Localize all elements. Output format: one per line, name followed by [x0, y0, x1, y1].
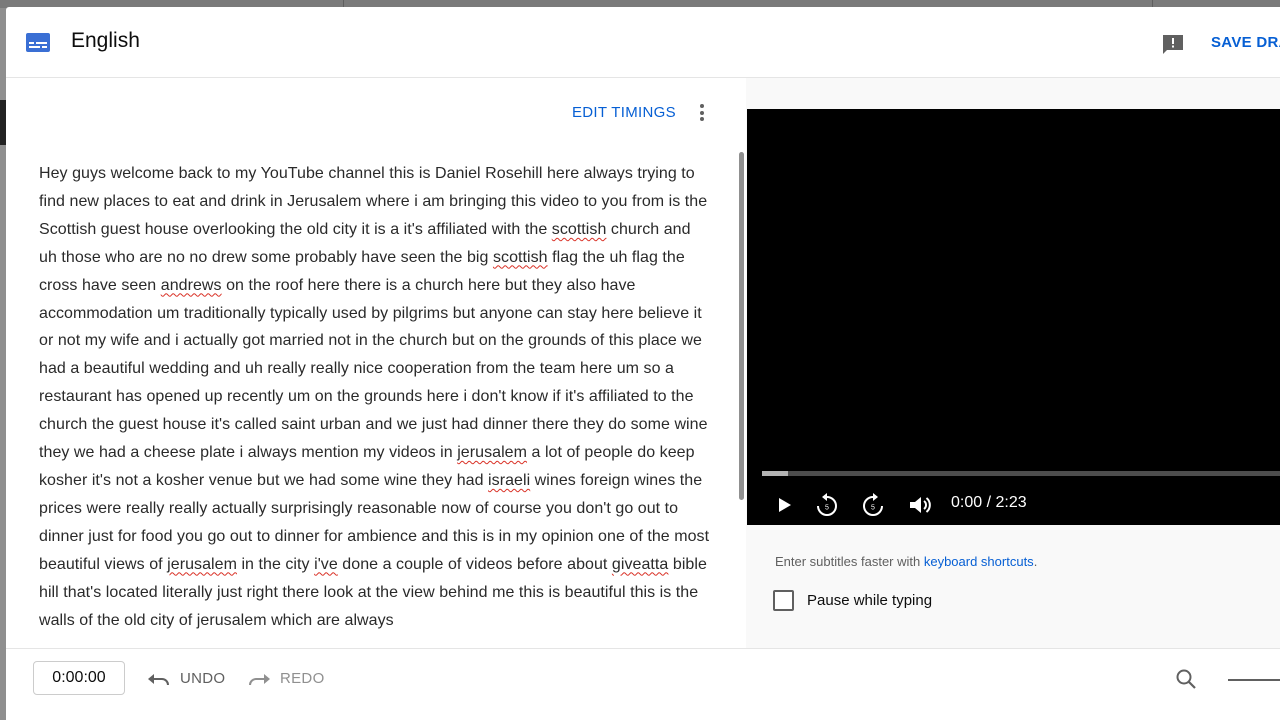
- current-time-field[interactable]: [33, 661, 125, 695]
- transcript-text: on the roof here there is a church here …: [39, 276, 708, 462]
- undo-button[interactable]: UNDO: [147, 670, 225, 687]
- zoom-icon[interactable]: [1175, 668, 1197, 690]
- misspelled-word: scottish: [551, 220, 607, 238]
- time-display: 0:00 / 2:23: [951, 494, 1027, 511]
- pause-while-typing-checkbox[interactable]: [773, 590, 794, 611]
- transcript-text: in the city: [236, 555, 315, 573]
- more-vert-icon[interactable]: [694, 104, 710, 122]
- timeline-toolbar: UNDO REDO: [6, 648, 1280, 720]
- save-draft-button[interactable]: SAVE DRAFT: [1211, 34, 1280, 51]
- transcript-text: done a couple of videos before about: [337, 555, 612, 573]
- play-icon[interactable]: [771, 493, 797, 517]
- undo-label: UNDO: [180, 670, 226, 687]
- undo-icon: [148, 673, 169, 685]
- feedback-icon[interactable]: [1161, 33, 1185, 55]
- transcript-textarea[interactable]: Hey guys welcome back to my YouTube chan…: [39, 160, 711, 634]
- pause-while-typing-label: Pause while typing: [807, 592, 933, 609]
- misspelled-word: israeli: [488, 471, 531, 489]
- misspelled-word: andrews: [160, 276, 222, 294]
- preview-panel: 5 5 0:00 / 2:23 Enter subtitles faster w…: [746, 78, 1280, 648]
- redo-icon: [249, 673, 270, 685]
- progress-fill: [762, 471, 788, 476]
- edit-timings-button[interactable]: EDIT TIMINGS: [572, 104, 676, 121]
- svg-text:5: 5: [825, 505, 829, 512]
- zoom-slider[interactable]: [1228, 679, 1280, 681]
- hint-end: .: [1033, 554, 1038, 569]
- video-player[interactable]: 5 5 0:00 / 2:23: [747, 109, 1280, 525]
- misspelled-word: jerusalem: [457, 444, 527, 462]
- svg-text:5: 5: [871, 505, 875, 512]
- hint-text: Enter subtitles faster with: [775, 554, 924, 569]
- subtitle-editor-dialog: English SAVE DRAFT EDIT TIMINGS Hey guys…: [6, 7, 1280, 720]
- volume-icon[interactable]: [907, 493, 933, 517]
- misspelled-word: jerusalem: [167, 555, 237, 573]
- dialog-title: English: [71, 29, 140, 52]
- misspelled-word: giveatta: [611, 555, 669, 573]
- redo-button[interactable]: REDO: [247, 670, 325, 687]
- forward-5-icon[interactable]: 5: [860, 493, 886, 517]
- redo-label: REDO: [280, 670, 325, 687]
- replay-5-icon[interactable]: 5: [814, 493, 840, 517]
- keyboard-shortcuts-link[interactable]: keyboard shortcuts: [924, 554, 1034, 569]
- dialog-header: English SAVE DRAFT: [6, 7, 1280, 78]
- progress-bar[interactable]: [762, 471, 1280, 476]
- misspelled-word: scottish: [492, 248, 548, 266]
- shortcuts-hint: Enter subtitles faster with keyboard sho…: [775, 554, 1037, 569]
- transcript-editor: EDIT TIMINGS Hey guys welcome back to my…: [6, 78, 746, 648]
- transcript-scrollbar[interactable]: [739, 152, 744, 500]
- subtitles-icon: [26, 33, 50, 52]
- misspelled-word: i've: [314, 555, 338, 573]
